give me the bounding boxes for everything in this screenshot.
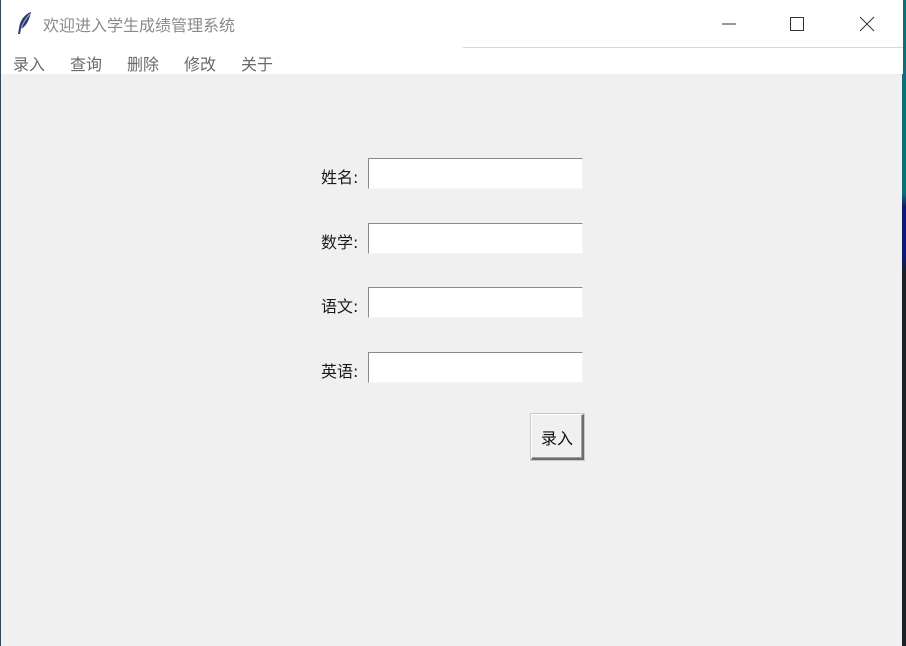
name-input[interactable] [368, 158, 583, 189]
maximize-icon [789, 16, 805, 32]
title-bar[interactable]: 欢迎进入学生成绩管理系统 [1, 0, 903, 47]
name-label: 姓名: [321, 168, 359, 187]
chinese-label: 语文: [321, 297, 359, 316]
menu-item-query[interactable]: 查询 [68, 51, 104, 75]
math-input[interactable] [368, 223, 583, 254]
maximize-button[interactable] [763, 0, 831, 47]
menu-item-about[interactable]: 关于 [239, 51, 275, 75]
feather-icon [15, 11, 35, 35]
close-button[interactable] [833, 0, 901, 47]
minimize-icon [721, 16, 737, 32]
menu-item-delete[interactable]: 删除 [125, 51, 161, 75]
english-label: 英语: [321, 362, 359, 381]
app-window: 欢迎进入学生成绩管理系统 录入 查询 删除 修改 关于 姓名: 数学: 语文: … [0, 0, 903, 646]
minimize-button[interactable] [695, 0, 763, 47]
window-title: 欢迎进入学生成绩管理系统 [43, 16, 236, 35]
menu-item-entry[interactable]: 录入 [11, 51, 47, 75]
english-input[interactable] [368, 352, 583, 383]
menu-bar-divider [463, 47, 903, 48]
math-label: 数学: [321, 233, 359, 252]
close-icon [859, 16, 875, 32]
chinese-input[interactable] [368, 287, 583, 318]
menu-item-modify[interactable]: 修改 [182, 51, 218, 75]
submit-entry-button[interactable]: 录入 [531, 414, 584, 460]
